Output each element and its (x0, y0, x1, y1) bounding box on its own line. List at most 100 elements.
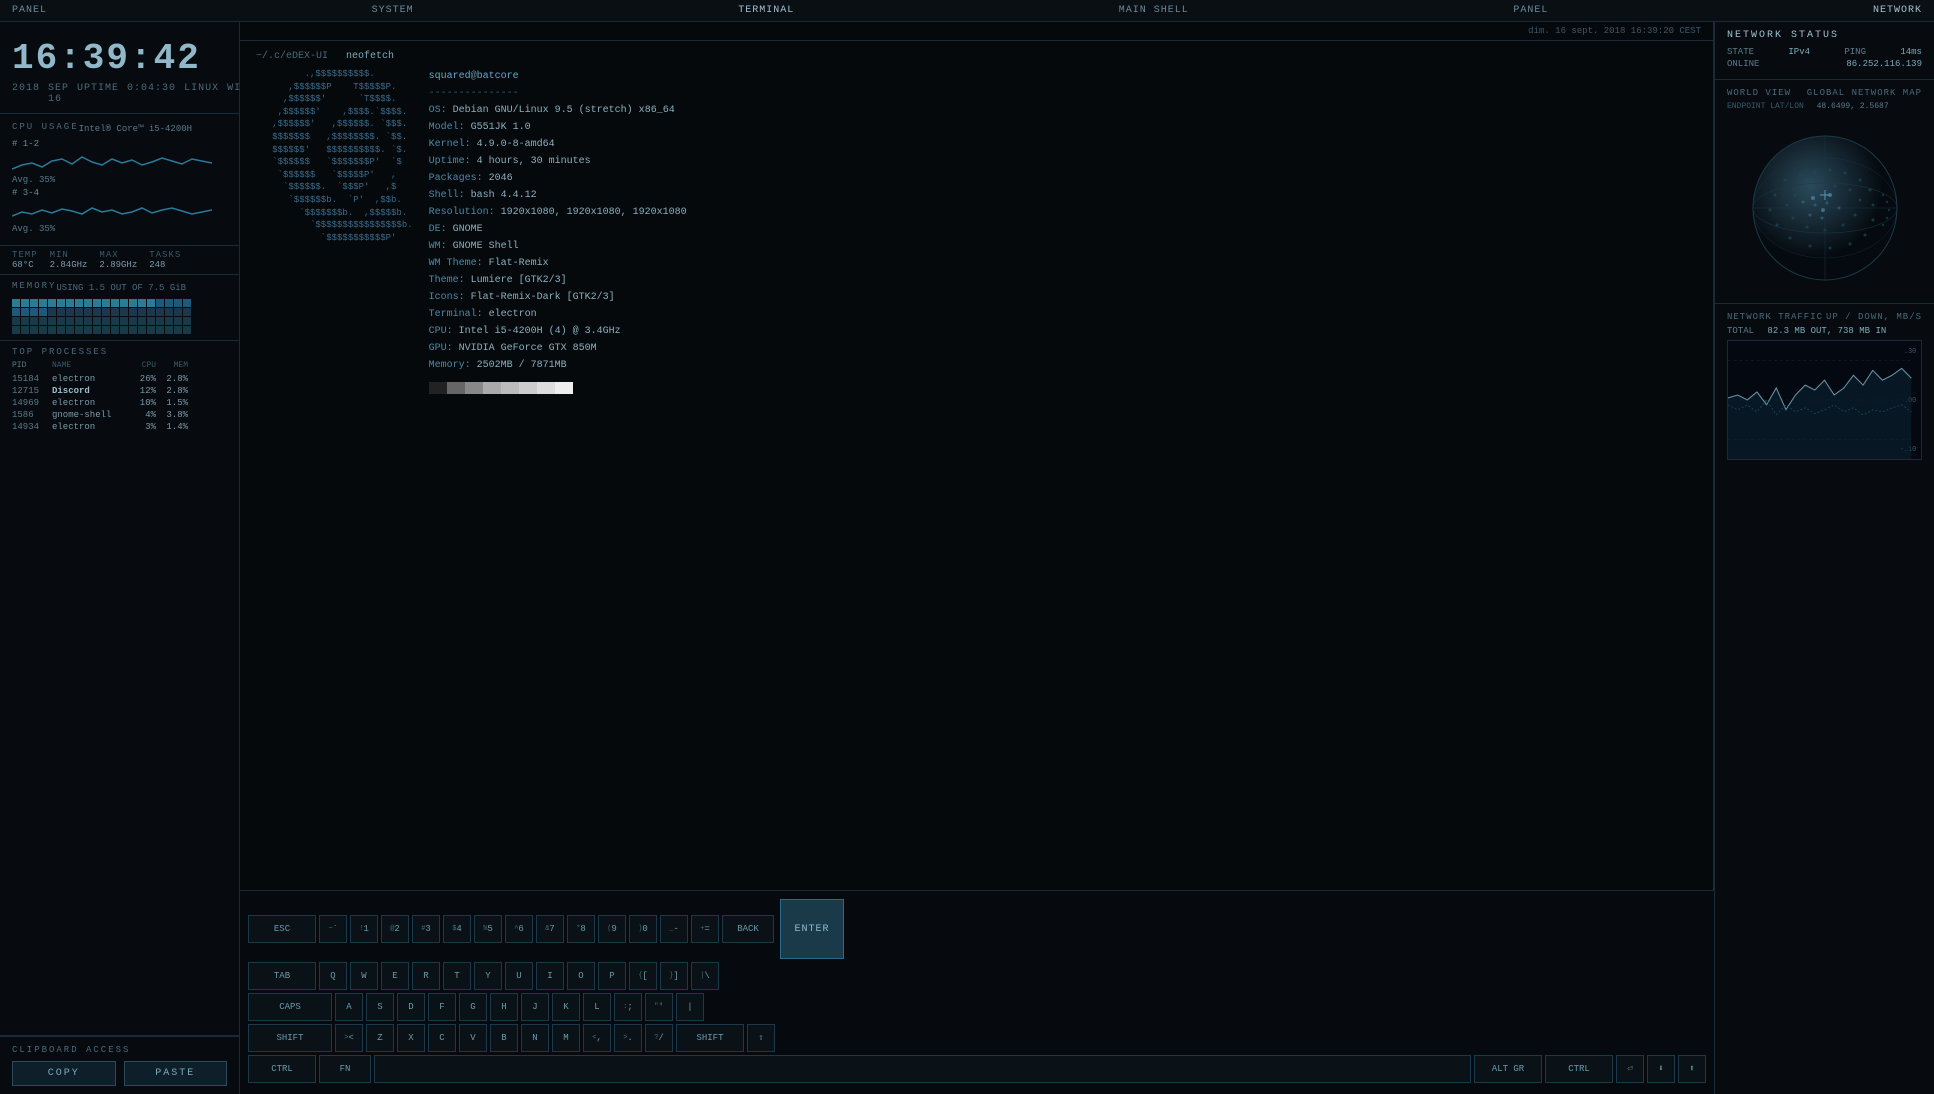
kb-8[interactable]: *8 (567, 915, 595, 943)
kb-shift-right[interactable]: SHIFT (676, 1024, 744, 1052)
kb-i[interactable]: I (536, 962, 564, 990)
max-freq-label: MAX (99, 250, 137, 260)
paste-button[interactable]: PASTE (124, 1061, 228, 1086)
kb-arrow-down-icon[interactable]: ⬇ (1647, 1055, 1675, 1083)
kb-u[interactable]: U (505, 962, 533, 990)
kb-6[interactable]: ^6 (505, 915, 533, 943)
kb-v[interactable]: V (459, 1024, 487, 1052)
kb-n[interactable]: N (521, 1024, 549, 1052)
kb-fn[interactable]: FN (319, 1055, 371, 1083)
terminal-area[interactable]: ~/.c/eDEX-UI neofetch .,$$$$$$$$$$. ,$$$… (240, 41, 1713, 978)
kb-0[interactable]: )0 (629, 915, 657, 943)
kb-h[interactable]: H (490, 993, 518, 1021)
kb-g[interactable]: G (459, 993, 487, 1021)
kb-s[interactable]: S (366, 993, 394, 1021)
kb-enter-icon[interactable]: ⏎ (1616, 1055, 1644, 1083)
kb-t[interactable]: T (443, 962, 471, 990)
kb-5[interactable]: %5 (474, 915, 502, 943)
kb-x[interactable]: X (397, 1024, 425, 1052)
kb-row-3: CAPS A S D F G H J K L :; "' | (248, 993, 1706, 1021)
terminal-datetime: dim. 16 sept. 2018 16:39:20 CEST (240, 22, 1713, 41)
kb-back[interactable]: BACK (722, 915, 774, 943)
global-network-label: GLOBAL NETWORK MAP (1807, 88, 1922, 98)
kb-k[interactable]: K (552, 993, 580, 1021)
kb-r[interactable]: R (412, 962, 440, 990)
kb-2[interactable]: @2 (381, 915, 409, 943)
system-label: SYSTEM (360, 5, 426, 16)
kb-1[interactable]: !1 (350, 915, 378, 943)
nf-os: OS: Debian GNU/Linux 9.5 (stretch) x86_6… (429, 102, 687, 119)
core-2-label: # 3-4 (12, 188, 227, 198)
kb-w[interactable]: W (350, 962, 378, 990)
kb-tab[interactable]: TAB (248, 962, 316, 990)
kb-c[interactable]: C (428, 1024, 456, 1052)
kb-caps[interactable]: CAPS (248, 993, 332, 1021)
kb-4[interactable]: $4 (443, 915, 471, 943)
kb-arrow-up-icon[interactable]: ⇧ (747, 1024, 775, 1052)
endpoint-label: ENDPOINT LAT/LON (1727, 102, 1804, 111)
kb-comma[interactable]: <, (583, 1024, 611, 1052)
nf-kernel: Kernel: 4.9.0-8-amd64 (429, 136, 687, 153)
kb-o[interactable]: O (567, 962, 595, 990)
kb-equal[interactable]: += (691, 915, 719, 943)
core-2-avg: Avg. 35% (12, 224, 227, 234)
svg-text:.30: .30 (1904, 348, 1916, 356)
kb-f[interactable]: F (428, 993, 456, 1021)
kb-quote[interactable]: "' (645, 993, 673, 1021)
kb-l[interactable]: L (583, 993, 611, 1021)
core-1-label: # 1-2 (12, 139, 227, 149)
core-1-avg: Avg. 35% (12, 175, 227, 185)
kb-d[interactable]: D (397, 993, 425, 1021)
proc-row-1: 15184 electron 26% 2.8% (12, 374, 227, 384)
kb-spacebar[interactable] (374, 1055, 1471, 1083)
kb-tilde[interactable]: ~` (319, 915, 347, 943)
globe-svg (1735, 120, 1915, 290)
kb-angle[interactable]: >< (335, 1024, 363, 1052)
net-online-row: ONLINE 86.252.116.139 (1727, 59, 1922, 69)
kb-q[interactable]: Q (319, 962, 347, 990)
kb-e[interactable]: E (381, 962, 409, 990)
kb-backslash2[interactable]: | (676, 993, 704, 1021)
kb-semicolon[interactable]: :; (614, 993, 642, 1021)
kb-slash[interactable]: ?/ (645, 1024, 673, 1052)
kb-backslash[interactable]: |\ (691, 962, 719, 990)
clipboard-section: CLIPBOARD ACCESS COPY PASTE (0, 1036, 239, 1094)
kb-ctrl-right[interactable]: CTRL (1545, 1055, 1613, 1083)
kb-shift-left[interactable]: SHIFT (248, 1024, 332, 1052)
kb-altgr[interactable]: ALT GR (1474, 1055, 1542, 1083)
kb-y[interactable]: Y (474, 962, 502, 990)
temp-label: TEMP (12, 250, 38, 260)
kb-enter[interactable]: ENTER (780, 899, 844, 959)
kb-p[interactable]: P (598, 962, 626, 990)
kb-b[interactable]: B (490, 1024, 518, 1052)
kb-arrow-up2-icon[interactable]: ⬆ (1678, 1055, 1706, 1083)
kb-ctrl-left[interactable]: CTRL (248, 1055, 316, 1083)
main-shell-label: MAIN SHELL (1107, 5, 1201, 16)
world-view-section: WORLD VIEW GLOBAL NETWORK MAP ENDPOINT L… (1715, 80, 1934, 304)
kb-3[interactable]: #3 (412, 915, 440, 943)
nf-icons: Icons: Flat-Remix-Dark [GTK2/3] (429, 289, 687, 306)
nf-terminal: Terminal: electron (429, 306, 687, 323)
kb-esc[interactable]: ESC (248, 915, 316, 943)
kb-z[interactable]: Z (366, 1024, 394, 1052)
net-online-label: ONLINE (1727, 59, 1759, 69)
nf-packages: Packages: 2046 (429, 170, 687, 187)
net-state-label: STATE (1727, 47, 1754, 57)
kb-lbracket[interactable]: {[ (629, 962, 657, 990)
neofetch-info: squared@batcore --------------- OS: Debi… (429, 68, 687, 394)
clock-type: LINUX (184, 83, 219, 105)
cpu-core-2: # 3-4 Avg. 35% (12, 188, 227, 234)
kb-m[interactable]: M (552, 1024, 580, 1052)
kb-7[interactable]: &7 (536, 915, 564, 943)
kb-9[interactable]: (9 (598, 915, 626, 943)
traffic-total: TOTAL 82.3 MB OUT, 738 MB IN (1727, 326, 1922, 336)
kb-a[interactable]: A (335, 993, 363, 1021)
nf-wm: WM: GNOME Shell (429, 238, 687, 255)
copy-button[interactable]: COPY (12, 1061, 116, 1086)
kb-rbracket[interactable]: }] (660, 962, 688, 990)
left-panel: 16:39:42 2018 SEP 16 UPTIME 0:04:30 LINU… (0, 22, 240, 1094)
panel-label-right: PANEL (1501, 5, 1560, 16)
kb-period[interactable]: >. (614, 1024, 642, 1052)
kb-minus[interactable]: _- (660, 915, 688, 943)
kb-j[interactable]: J (521, 993, 549, 1021)
